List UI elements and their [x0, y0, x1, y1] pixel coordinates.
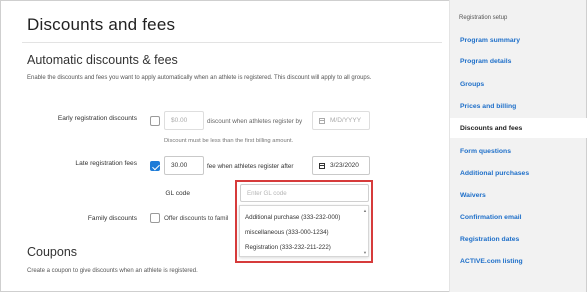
early-discount-note: Discount must be less than the first bil…: [164, 138, 294, 144]
gl-code-label: GL code: [165, 190, 190, 197]
late-registration-label: Late registration fees: [75, 160, 137, 167]
title-divider: [22, 42, 442, 43]
sidebar-heading: Registration setup: [459, 15, 508, 21]
early-registration-checkbox[interactable]: [150, 116, 160, 126]
late-date-value: 3/23/2020: [330, 162, 359, 169]
sidebar-item-groups[interactable]: Groups: [450, 74, 587, 94]
sidebar-item-discounts-and-fees[interactable]: Discounts and fees: [450, 118, 587, 138]
early-discount-amount-input[interactable]: $0.00: [164, 111, 204, 130]
sidebar-item-additional-purchases[interactable]: Additional purchases: [450, 163, 587, 183]
early-discount-text: discount when athletes register by: [207, 118, 303, 125]
sidebar-item-waivers[interactable]: Waivers: [450, 185, 587, 205]
late-registration-checkbox[interactable]: [150, 161, 160, 171]
sidebar-item-program-summary[interactable]: Program summary: [450, 30, 587, 50]
family-discounts-checkbox[interactable]: [150, 213, 160, 223]
calendar-icon: [319, 117, 325, 124]
early-date-placeholder: M/D/YYYY: [330, 117, 362, 124]
sidebar-item-confirmation-email[interactable]: Confirmation email: [450, 207, 587, 227]
automatic-discounts-description: Enable the discounts and fees you want t…: [27, 75, 372, 81]
registration-setup-sidebar: Registration setup Program summary Progr…: [449, 0, 587, 292]
coupons-description: Create a coupon to give discounts when a…: [27, 268, 198, 274]
automatic-discounts-heading: Automatic discounts & fees: [27, 53, 178, 67]
sidebar-item-form-questions[interactable]: Form questions: [450, 141, 587, 161]
early-registration-label: Early registration discounts: [57, 115, 137, 122]
sidebar-item-active-listing[interactable]: ACTIVE.com listing: [450, 251, 587, 271]
sidebar-item-registration-dates[interactable]: Registration dates: [450, 229, 587, 249]
calendar-icon: [319, 162, 325, 169]
highlight-box: [235, 180, 373, 263]
late-fee-amount-input[interactable]: 30.00: [164, 156, 204, 175]
late-date-input[interactable]: 3/23/2020: [312, 156, 370, 175]
sidebar-item-prices-and-billing[interactable]: Prices and billing: [450, 96, 587, 116]
sidebar-item-program-details[interactable]: Program details: [450, 51, 587, 71]
coupons-heading: Coupons: [27, 245, 78, 259]
family-discounts-label: Family discounts: [87, 215, 137, 222]
page-title: Discounts and fees: [27, 15, 176, 34]
family-discounts-text: Offer discounts to famil: [164, 215, 229, 222]
main-content: Discounts and fees Automatic discounts &…: [0, 0, 449, 292]
early-date-input[interactable]: M/D/YYYY: [312, 111, 370, 130]
late-fee-text: fee when athletes register after: [207, 163, 294, 170]
